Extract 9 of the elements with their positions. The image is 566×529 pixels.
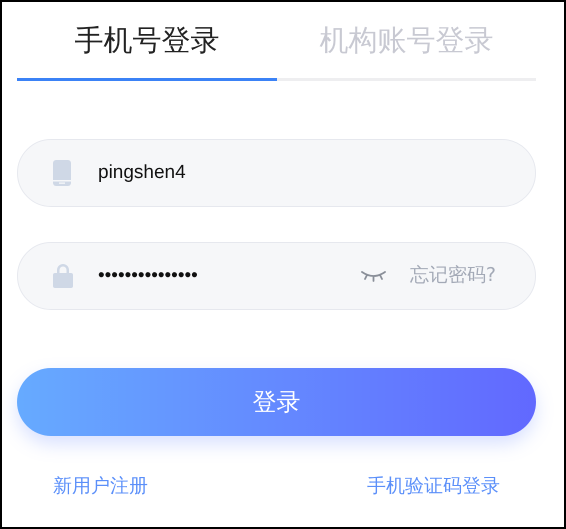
closed-eye-icon[interactable] — [360, 270, 386, 282]
footer-link[interactable]: 新用户注册 — [53, 472, 148, 500]
footer-link[interactable]: 手机验证码登录 — [367, 472, 500, 500]
phone-field[interactable]: pingshen4 — [17, 138, 536, 207]
login-button[interactable]: 登录 — [17, 368, 536, 436]
phone-icon — [53, 160, 71, 186]
login-tab[interactable]: 手机号登录 — [17, 2, 276, 81]
forgot-password-link[interactable]: 忘记密码? — [410, 261, 496, 290]
lock-icon — [53, 263, 73, 288]
